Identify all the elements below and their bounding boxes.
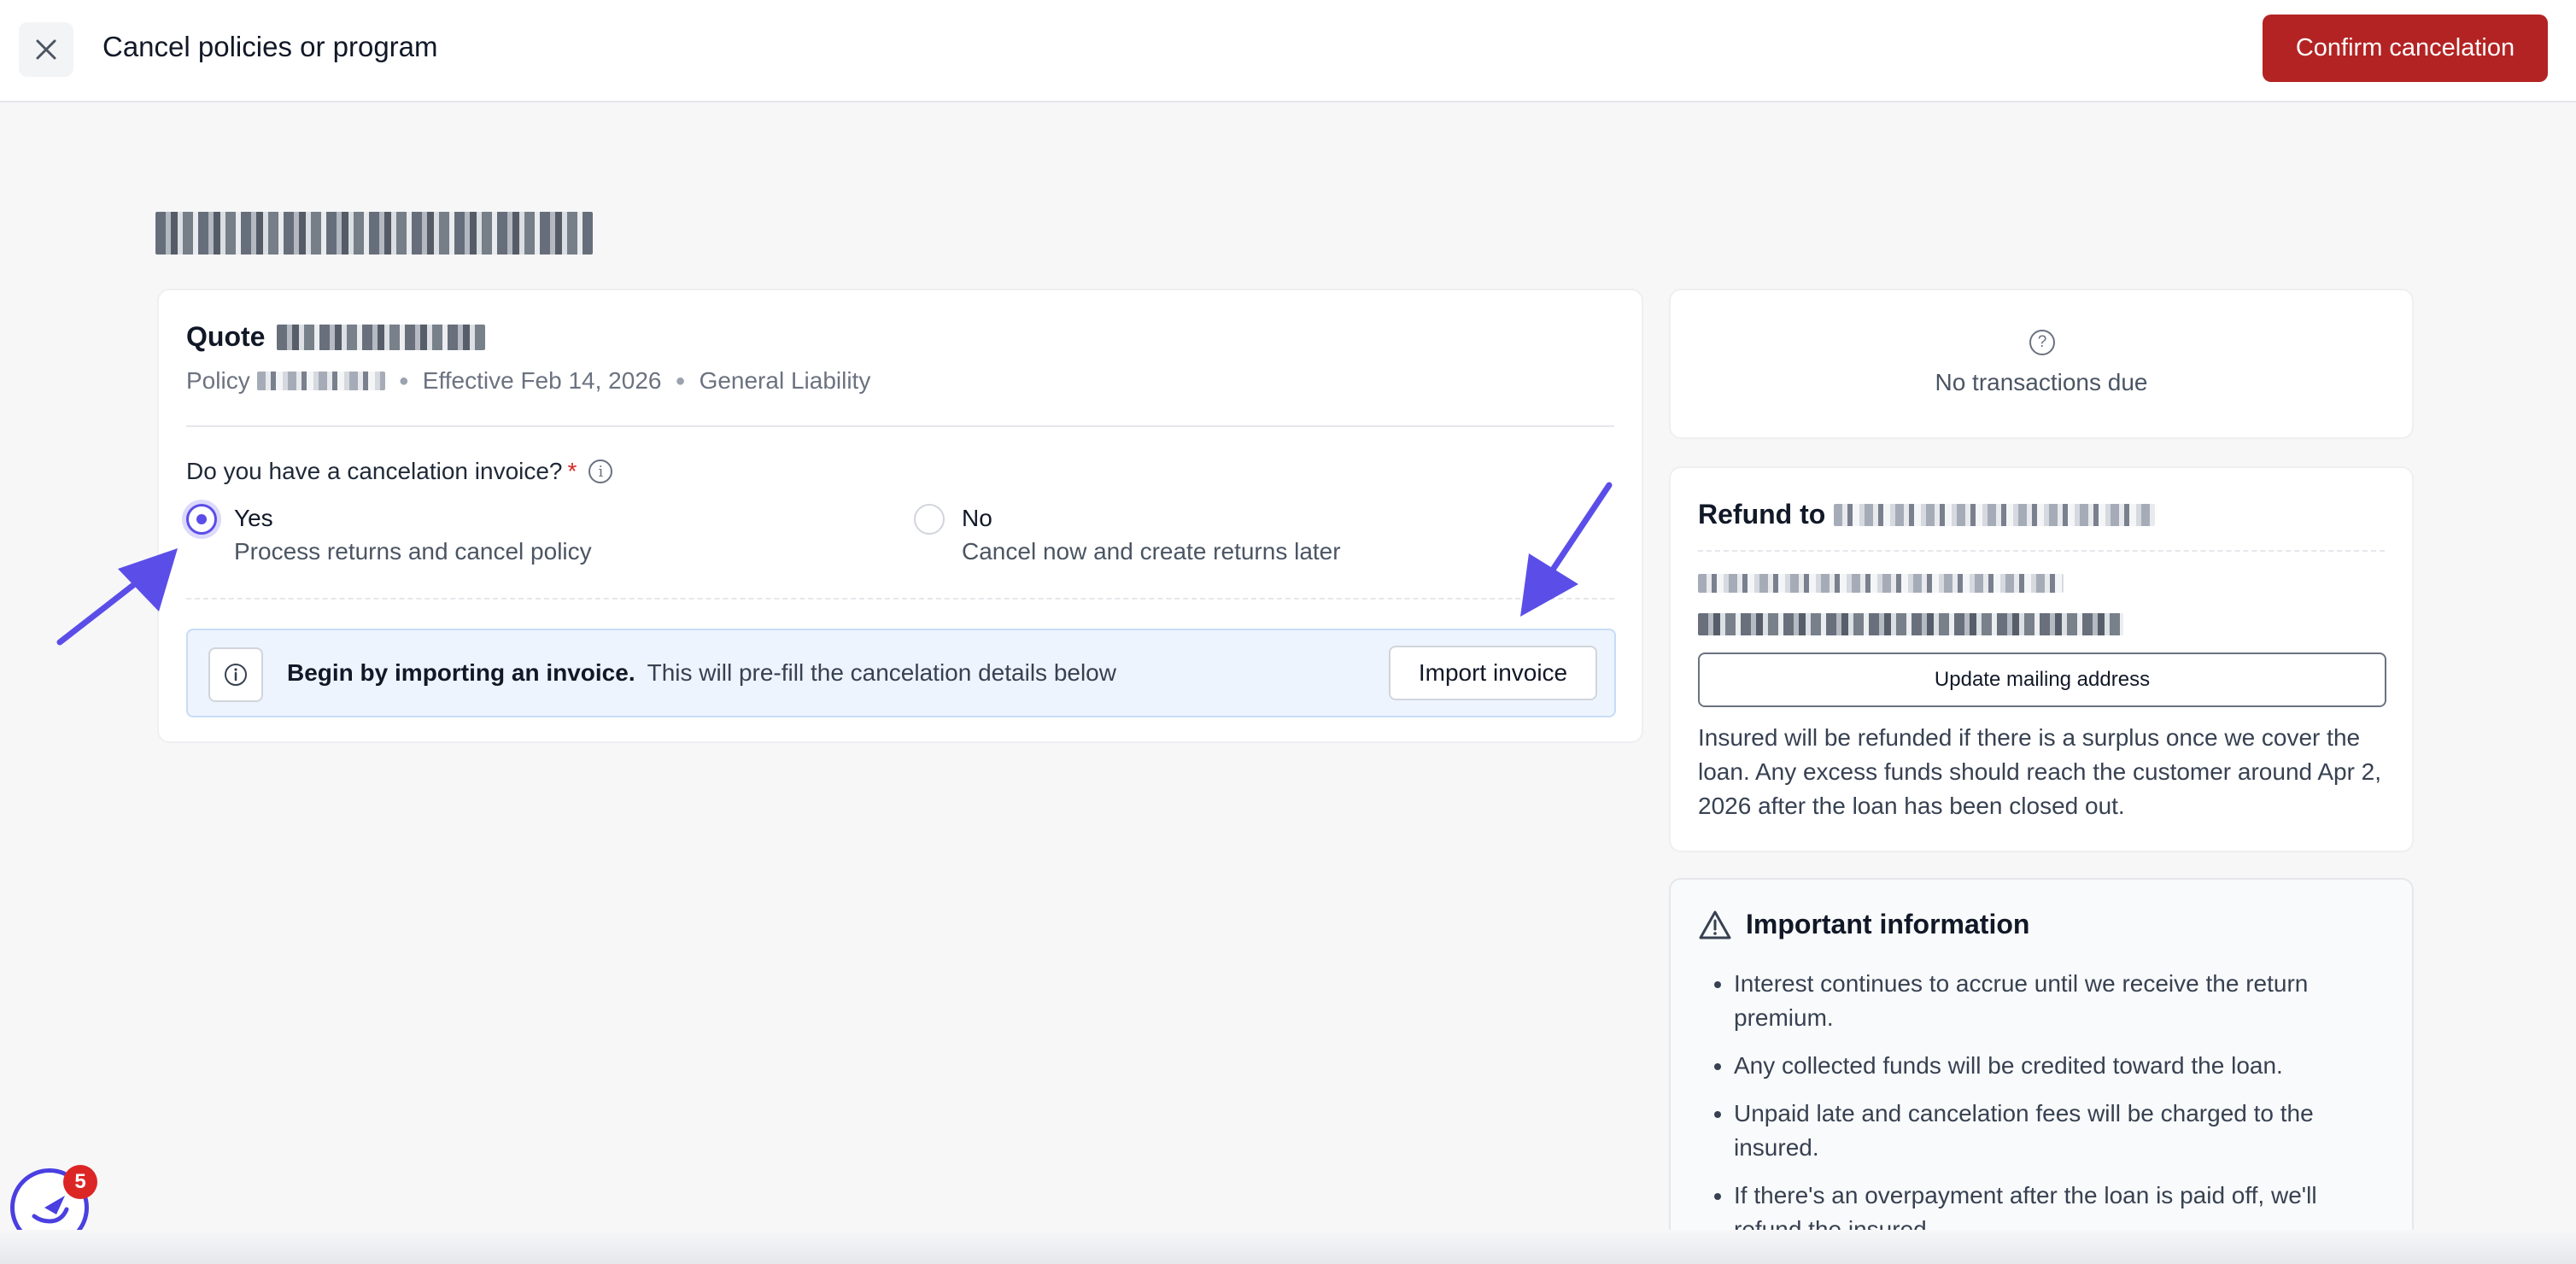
banner-text: Begin by importing an invoice. This will … [287,659,1116,687]
banner-description: This will pre-fill the cancelation detai… [647,659,1116,686]
annotation-arrow-yes [56,548,178,646]
required-mark: * [567,458,577,484]
dashed-divider [1698,550,2385,552]
refund-label: Refund to [1698,499,1826,530]
confirm-cancelation-button[interactable]: Confirm cancelation [2263,15,2548,82]
no-transactions-text: No transactions due [1935,369,2148,395]
insured-name-redacted [155,212,593,255]
option-label: Yes [234,505,273,531]
quote-title: Quote [186,321,486,353]
divider [186,425,1614,427]
close-icon [36,39,56,60]
invoice-question: Do you have a cancelation invoice? * i [186,458,613,485]
policy-label: Policy [186,367,250,394]
radio-option-yes[interactable]: Yes Process returns and cancel policy [186,502,592,569]
annotation-arrow-import [1520,482,1613,617]
bottom-shadow [0,1230,2576,1264]
info-icon [208,647,263,702]
quote-card: Quote Policy ● Effective Feb 14, 2026 ● … [157,289,1643,743]
separator-dot: ● [398,371,409,390]
policy-meta: Policy ● Effective Feb 14, 2026 ● Genera… [186,367,870,395]
banner-bold: Begin by importing an invoice. [287,659,635,686]
effective-date: Effective Feb 14, 2026 [422,367,662,394]
line-of-business: General Liability [699,367,871,394]
option-description: Cancel now and create returns later [962,538,1341,565]
refund-note: Insured will be refunded if there is a s… [1698,724,2382,819]
transactions-card: ? No transactions due [1669,289,2414,439]
import-invoice-button[interactable]: Import invoice [1389,646,1597,700]
address-line-redacted [1698,574,2064,593]
policy-number-redacted [256,372,385,390]
import-invoice-banner: Begin by importing an invoice. This will … [186,629,1616,717]
radio-option-no[interactable]: No Cancel now and create returns later [914,502,1341,569]
list-item: Interest continues to accrue until we re… [1734,967,2366,1035]
top-bar: Cancel policies or program Confirm cance… [0,0,2576,102]
list-item: Unpaid late and cancelation fees will be… [1734,1097,2366,1165]
option-description: Process returns and cancel policy [234,538,592,565]
list-item: Any collected funds will be credited tow… [1734,1049,2366,1083]
important-info-title: Important information [1698,909,2029,940]
close-button[interactable] [19,22,73,77]
warning-icon [1699,910,1731,939]
refund-card: Refund to Update mailing address Insured… [1669,466,2414,852]
notification-badge: 5 [63,1165,97,1199]
question-circle-icon: ? [2029,330,2055,355]
page-title: Cancel policies or program [102,31,438,62]
radio-no[interactable] [914,504,945,535]
question-text: Do you have a cancelation invoice? [186,458,563,484]
radio-yes[interactable] [186,504,217,535]
info-icon[interactable]: i [588,459,613,483]
important-info-label: Important information [1746,909,2030,939]
dashed-divider [186,598,1614,600]
address-line-redacted [1698,613,2123,635]
important-info-list: Interest continues to accrue until we re… [1734,967,2366,1261]
refund-title: Refund to [1698,499,2156,530]
option-label: No [962,505,992,531]
separator-dot: ● [675,371,686,390]
quote-label: Quote [186,321,266,352]
update-mailing-address-button[interactable]: Update mailing address [1698,652,2386,707]
quote-number-redacted [277,324,486,350]
refund-recipient-redacted [1834,503,2156,526]
important-info-card: Important information Interest continues… [1669,878,2414,1264]
